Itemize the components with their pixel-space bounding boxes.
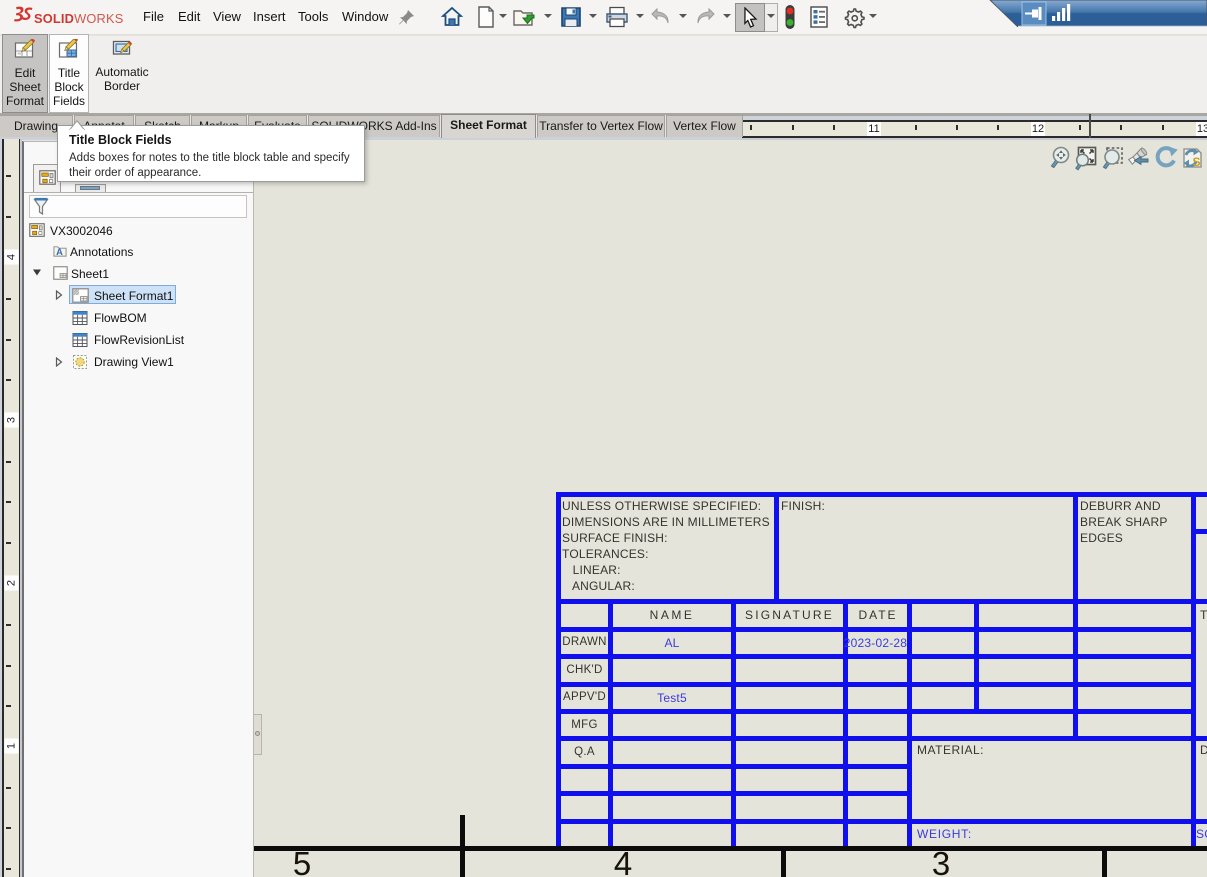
svg-text:SOLIDWORKS: SOLIDWORKS bbox=[34, 11, 123, 26]
svg-text:S: S bbox=[1193, 155, 1201, 169]
svg-text:A: A bbox=[56, 247, 63, 257]
